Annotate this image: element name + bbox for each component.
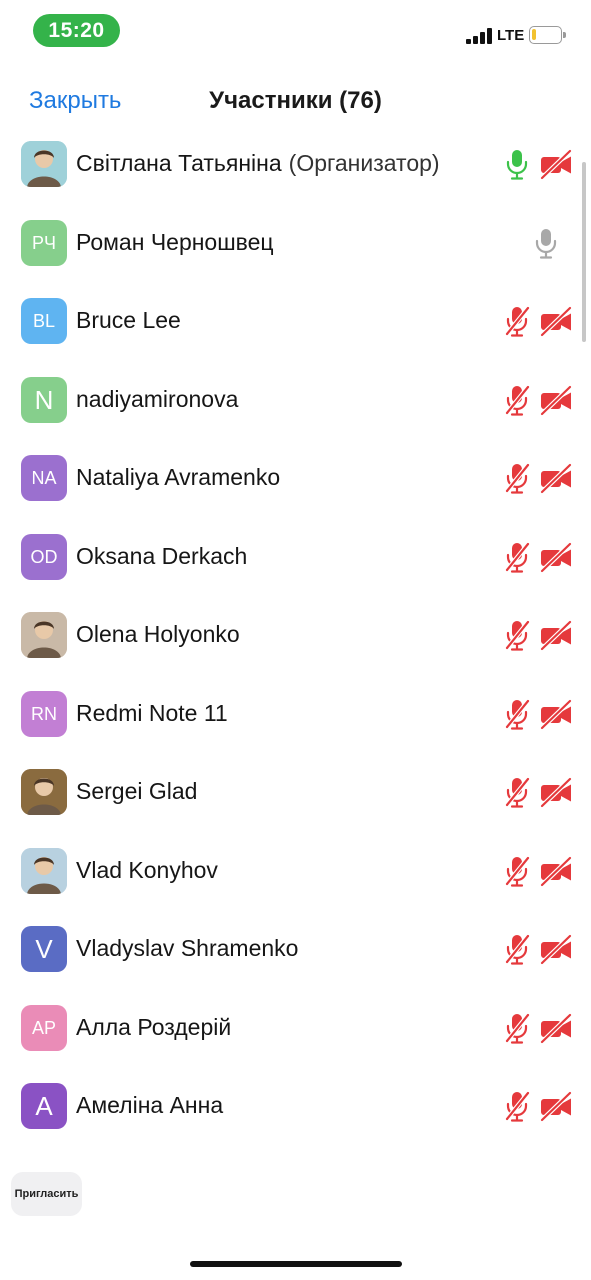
video-off-icon xyxy=(540,384,572,416)
participant-name-text: Redmi Note 11 xyxy=(76,699,228,726)
participant-row[interactable]: Sergei Glad xyxy=(0,753,591,832)
mic-icon xyxy=(533,227,559,259)
mic-muted-icon xyxy=(504,619,530,651)
participant-row[interactable]: Vlad Konyhov xyxy=(0,832,591,911)
participant-row[interactable]: NA Nataliya Avramenko xyxy=(0,439,591,518)
participant-name: Амеліна Анна xyxy=(76,1092,223,1119)
participant-role: (Организатор) xyxy=(288,150,440,176)
avatar: А xyxy=(21,1083,67,1129)
avatar: OD xyxy=(21,533,67,580)
avatar: N xyxy=(21,376,67,423)
participant-name: Світлана Татьяніна (Организатор) xyxy=(76,150,440,177)
mic-on-icon xyxy=(504,148,530,180)
participant-name-text: nadiyamironova xyxy=(76,385,239,412)
mic-muted-icon xyxy=(504,1090,530,1122)
participant-row[interactable]: Nnadiyamironova xyxy=(0,361,591,440)
participant-row[interactable]: BL Bruce Lee xyxy=(0,282,591,361)
mic-muted-icon xyxy=(504,776,530,808)
video-off-icon xyxy=(540,855,572,887)
participant-name: Redmi Note 11 xyxy=(76,700,228,727)
mic-muted-icon xyxy=(504,933,530,965)
participant-name: Oksana Derkach xyxy=(76,543,247,570)
participant-row[interactable]: Світлана Татьяніна (Организатор) xyxy=(0,125,591,204)
avatar: V xyxy=(21,926,67,972)
mic-muted-icon xyxy=(504,384,530,416)
mic-muted-icon xyxy=(504,1012,530,1044)
video-off-icon xyxy=(540,933,572,965)
mic-muted-icon xyxy=(504,305,530,337)
mic-muted-icon xyxy=(504,698,530,730)
participant-row[interactable]: Olena Holyonko xyxy=(0,596,591,675)
status-bar: 15:20 LTE xyxy=(0,0,591,60)
participant-name-text: Oksana Derkach xyxy=(76,542,248,569)
participant-name: Алла Роздерій xyxy=(76,1014,231,1041)
video-off-icon xyxy=(540,619,572,651)
video-off-icon xyxy=(540,776,572,808)
avatar: АР xyxy=(21,1004,67,1051)
avatar: РЧ xyxy=(21,219,67,266)
participant-row[interactable]: OD Oksana Derkach xyxy=(0,518,591,597)
avatar xyxy=(21,769,67,815)
participant-name: Sergei Glad xyxy=(76,778,197,805)
participant-row[interactable]: RN Redmi Note 11 xyxy=(0,675,591,754)
participant-name-text: Vlad Konyhov xyxy=(76,856,218,883)
home-indicator[interactable] xyxy=(190,1261,402,1267)
participant-name-text: Роман Черношвец xyxy=(76,228,274,255)
participant-name: Vlad Konyhov xyxy=(76,857,218,884)
participant-name: Vladyslav Shramenko xyxy=(76,935,298,962)
participant-row[interactable]: АР Алла Роздерій xyxy=(0,989,591,1068)
participant-name-text: Vladyslav Shramenko xyxy=(76,935,299,961)
network-type: LTE xyxy=(497,27,525,44)
participant-name: Bruce Lee xyxy=(76,307,181,334)
participant-name-text: Bruce Lee xyxy=(76,307,181,333)
video-off-icon xyxy=(540,1090,572,1122)
scrollbar[interactable] xyxy=(582,162,586,342)
invite-button[interactable]: Пригласить xyxy=(11,1172,82,1216)
avatar: RN xyxy=(21,690,67,737)
participant-row[interactable]: А Амеліна Анна xyxy=(0,1067,591,1146)
participant-row[interactable]: РЧ Роман Черношвец xyxy=(0,204,591,283)
nav-bar: Закрыть Участники (76) xyxy=(0,70,591,130)
participant-name-text: Світлана Татьяніна xyxy=(76,150,282,176)
participant-name: nadiyamironova xyxy=(76,386,238,413)
video-off-icon xyxy=(540,698,572,730)
participant-name: Nataliya Avramenko xyxy=(76,464,280,491)
battery-icon xyxy=(529,26,566,44)
avatar: BL xyxy=(21,298,67,344)
participant-name-text: Алла Роздерій xyxy=(76,1013,232,1040)
video-off-icon xyxy=(540,462,572,494)
participant-name: Olena Holyonko xyxy=(76,621,240,648)
mic-muted-icon xyxy=(504,855,530,887)
avatar xyxy=(21,847,67,894)
video-off-icon xyxy=(540,305,572,337)
page-title: Участники (76) xyxy=(209,87,382,114)
cellular-signal-icon xyxy=(466,28,492,44)
mic-muted-icon xyxy=(504,462,530,494)
video-off-icon xyxy=(540,1012,572,1044)
status-time: 15:20 xyxy=(33,14,120,47)
video-off-icon xyxy=(540,148,572,180)
video-off-icon xyxy=(540,541,572,573)
participant-name: Роман Черношвец xyxy=(76,229,274,256)
participant-name-text: Nataliya Avramenko xyxy=(76,464,281,490)
avatar xyxy=(21,612,67,658)
participant-list: Світлана Татьяніна (Организатор) РЧ Роман Ч… xyxy=(0,125,591,1146)
participant-name-text: Амеліна Анна xyxy=(76,1092,224,1118)
participant-name-text: Olena Holyonko xyxy=(76,621,240,647)
avatar xyxy=(21,141,67,187)
participant-row[interactable]: V Vladyslav Shramenko xyxy=(0,910,591,989)
participant-name-text: Sergei Glad xyxy=(76,778,198,804)
avatar: NA xyxy=(21,455,67,501)
mic-muted-icon xyxy=(504,541,530,573)
